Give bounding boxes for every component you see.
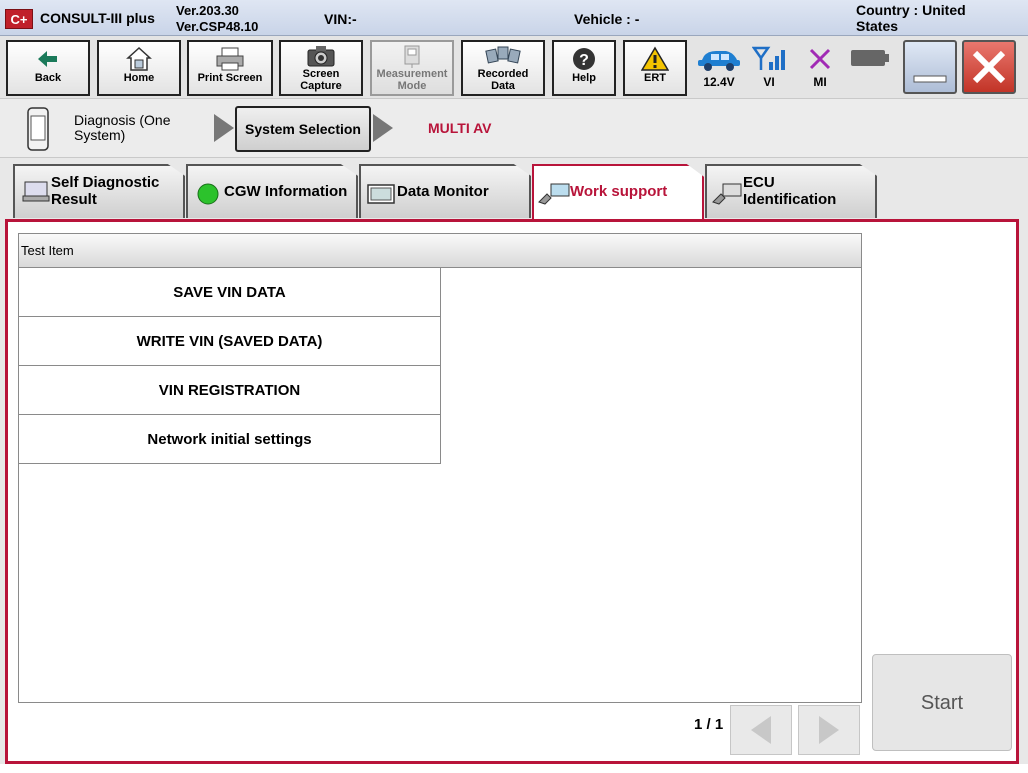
page-indicator: 1 / 1 bbox=[694, 716, 724, 733]
breadcrumb-current: MULTI AV bbox=[428, 120, 492, 136]
close-button[interactable] bbox=[962, 40, 1016, 94]
tab-self-diagnostic-line-1: Self Diagnostic bbox=[51, 174, 160, 191]
print-screen-button[interactable]: Print Screen bbox=[187, 40, 273, 96]
tab-data-monitor-label: Data Monitor bbox=[397, 183, 489, 200]
tab-data-monitor[interactable]: Data Monitor bbox=[359, 164, 531, 218]
vi-status: VI bbox=[749, 40, 789, 96]
help-label: Help bbox=[572, 72, 596, 84]
version-line-2: Ver.CSP48.10 bbox=[176, 19, 259, 34]
breadcrumb-diagnosis-line-1: Diagnosis (One bbox=[74, 112, 171, 128]
recorded-data-label-2: Data bbox=[491, 80, 515, 92]
measurement-mode-button[interactable]: Measurement Mode bbox=[370, 40, 454, 96]
battery-icon bbox=[851, 50, 889, 66]
measurement-label-2: Mode bbox=[397, 80, 427, 92]
minimize-button[interactable] bbox=[903, 40, 957, 94]
ert-label: ERT bbox=[644, 72, 666, 84]
chevron-right-icon bbox=[373, 114, 393, 142]
close-icon bbox=[972, 50, 1006, 84]
print-screen-label: Print Screen bbox=[197, 72, 263, 84]
breadcrumb-diagnosis[interactable]: Diagnosis (One System) bbox=[74, 113, 171, 143]
vi-label: VI bbox=[763, 75, 775, 89]
measurement-label-1: Measurement bbox=[376, 68, 448, 80]
test-item-network-initial-settings[interactable]: Network initial settings bbox=[19, 415, 441, 464]
tab-self-diagnostic-line-2: Result bbox=[51, 191, 97, 208]
tab-ecu-line-1: ECU bbox=[743, 174, 775, 191]
green-status-icon bbox=[197, 183, 219, 205]
chevron-right-icon bbox=[214, 114, 234, 142]
app-name: CONSULT-III plus bbox=[40, 10, 155, 26]
test-item-vin-registration[interactable]: VIN REGISTRATION bbox=[19, 366, 441, 415]
self-diagnostic-icon bbox=[22, 181, 50, 202]
ert-button[interactable]: ERT bbox=[623, 40, 687, 96]
test-item-write-vin[interactable]: WRITE VIN (SAVED DATA) bbox=[19, 317, 441, 366]
mi-disconnected-icon bbox=[809, 48, 831, 70]
back-arrow-icon bbox=[38, 51, 57, 67]
next-page-button[interactable] bbox=[798, 705, 860, 755]
test-item-list: Test Item SAVE VIN DATA WRITE VIN (SAVED… bbox=[18, 233, 862, 703]
recorded-data-icon bbox=[485, 46, 521, 64]
help-button[interactable]: ? Help bbox=[552, 40, 616, 96]
toolbar: Back Home Print Screen Screen Capture Me… bbox=[0, 36, 1028, 98]
title-bar: C+ CONSULT-III plus Ver.203.30 Ver.CSP48… bbox=[0, 0, 1028, 36]
recorded-data-label-1: Recorded bbox=[477, 68, 529, 80]
consult-app-window: C+ CONSULT-III plus Ver.203.30 Ver.CSP48… bbox=[0, 0, 1028, 773]
tab-bar: Self Diagnostic Result CGW Information D… bbox=[0, 160, 1028, 222]
svg-text:?: ? bbox=[579, 52, 589, 69]
test-item-header: Test Item bbox=[19, 234, 861, 268]
previous-page-button[interactable] bbox=[730, 705, 792, 755]
screen-capture-label-2: Capture bbox=[300, 80, 342, 92]
vi-signal-icon bbox=[751, 46, 785, 70]
test-item-save-vin-data[interactable]: SAVE VIN DATA bbox=[19, 268, 441, 317]
screen-capture-button[interactable]: Screen Capture bbox=[279, 40, 363, 96]
tab-cgw-information[interactable]: CGW Information bbox=[186, 164, 358, 218]
battery-voltage-status: 12.4V bbox=[694, 40, 744, 96]
tab-cgw-label: CGW Information bbox=[224, 183, 348, 200]
tab-self-diagnostic-result[interactable]: Self Diagnostic Result bbox=[13, 164, 185, 218]
breadcrumb: Diagnosis (One System) System Selection … bbox=[0, 98, 1028, 158]
mi-status: MI bbox=[800, 40, 840, 96]
warning-icon bbox=[641, 46, 669, 71]
app-logo: C+ bbox=[5, 9, 33, 29]
breadcrumb-diagnosis-line-2: System) bbox=[74, 127, 126, 143]
arrow-right-icon bbox=[819, 716, 839, 744]
vin-label: VIN:- bbox=[324, 11, 357, 27]
country-line-2: States bbox=[856, 18, 899, 34]
minimize-icon bbox=[913, 75, 947, 83]
back-button[interactable]: Back bbox=[6, 40, 90, 96]
home-icon bbox=[126, 46, 152, 71]
version-line-1: Ver.203.30 bbox=[176, 3, 239, 18]
battery-status bbox=[848, 40, 892, 96]
recorded-data-button[interactable]: Recorded Data bbox=[461, 40, 545, 96]
car-icon bbox=[698, 51, 740, 71]
home-button[interactable]: Home bbox=[97, 40, 181, 96]
tab-work-support[interactable]: Work support bbox=[532, 164, 704, 222]
start-button[interactable]: Start bbox=[872, 654, 1012, 751]
mi-label: MI bbox=[813, 75, 827, 89]
help-icon: ? bbox=[573, 48, 595, 70]
measurement-icon bbox=[404, 45, 420, 68]
back-label: Back bbox=[34, 72, 62, 84]
ecu-identification-icon bbox=[712, 183, 742, 205]
screen-capture-label-1: Screen bbox=[302, 68, 340, 80]
vehicle-label: Vehicle : - bbox=[574, 11, 640, 27]
tab-ecu-identification[interactable]: ECU Identification bbox=[705, 164, 877, 218]
data-monitor-icon bbox=[367, 184, 395, 204]
home-label: Home bbox=[123, 72, 155, 84]
arrow-left-icon bbox=[751, 716, 771, 744]
system-selection-button[interactable]: System Selection bbox=[235, 106, 371, 152]
country-line-1: Country : United bbox=[856, 2, 966, 18]
printer-icon bbox=[216, 47, 244, 71]
tab-work-support-label: Work support bbox=[570, 183, 668, 200]
bottom-strip bbox=[0, 764, 1028, 773]
work-support-icon bbox=[538, 183, 570, 205]
camera-icon bbox=[307, 46, 335, 67]
voltage-value: 12.4V bbox=[703, 75, 735, 89]
tab-ecu-line-2: Identification bbox=[743, 191, 837, 208]
work-support-panel: Test Item SAVE VIN DATA WRITE VIN (SAVED… bbox=[5, 219, 1019, 764]
device-icon bbox=[27, 107, 49, 151]
